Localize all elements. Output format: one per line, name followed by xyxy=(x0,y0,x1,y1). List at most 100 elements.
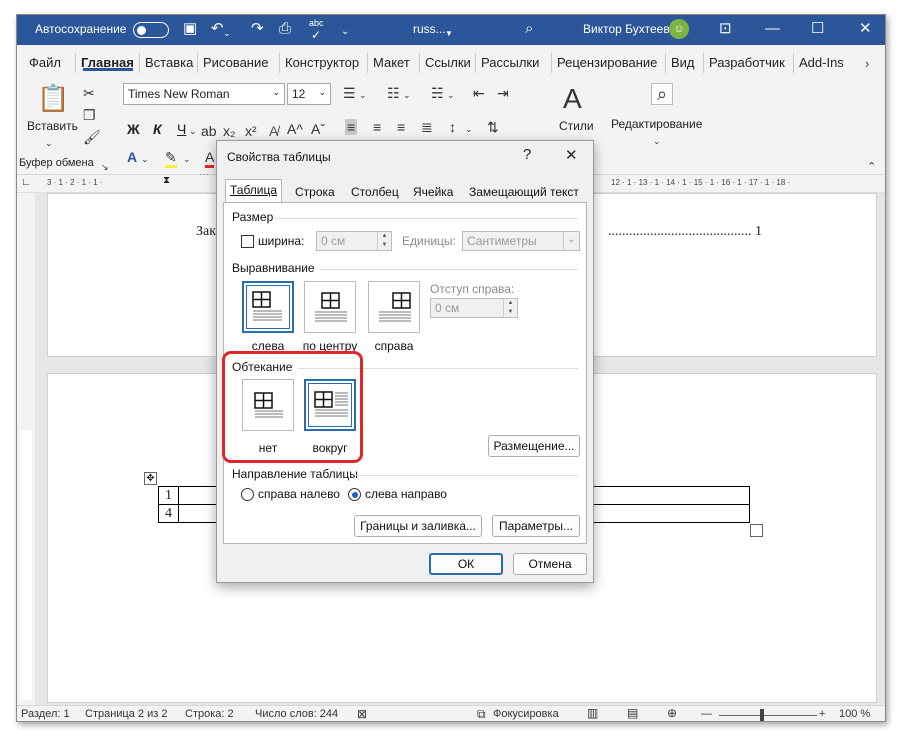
user-avatar[interactable]: ☺ xyxy=(669,19,689,39)
line-spacing-icon[interactable]: ↕ xyxy=(449,119,456,135)
subscript-icon[interactable]: x₂ xyxy=(223,123,235,139)
align-center-tile[interactable] xyxy=(304,281,356,333)
clear-format-icon[interactable]: A̸ xyxy=(269,123,278,139)
proofing-icon[interactable]: ⊠ xyxy=(357,707,367,721)
format-painter-icon[interactable]: 🖌 xyxy=(83,129,101,145)
filename-dropdown-icon[interactable]: ▼ xyxy=(445,25,453,43)
direction-ltr-radio[interactable] xyxy=(348,488,361,501)
units-select[interactable]: Сантиметры ⌄ xyxy=(462,231,580,251)
direction-rtl-radio[interactable] xyxy=(241,488,254,501)
bullets-icon[interactable]: ☰ xyxy=(343,85,356,101)
ribbon-display-icon[interactable]: ⊡ xyxy=(719,20,732,38)
bold-button[interactable]: Ж xyxy=(127,121,140,137)
web-layout-icon[interactable]: ⊕ xyxy=(667,706,677,720)
tab-table[interactable]: Таблица xyxy=(225,179,283,203)
minimize-icon[interactable]: — xyxy=(765,20,780,38)
align-right-icon[interactable]: ≡ xyxy=(397,119,405,135)
tab-addins[interactable]: Add-Ins xyxy=(799,55,844,70)
status-focus[interactable]: Фокусировка xyxy=(493,708,559,720)
save-icon[interactable]: ▣ xyxy=(183,20,197,38)
autosave-toggle[interactable] xyxy=(133,22,169,38)
redo-icon[interactable]: ↷ xyxy=(251,20,264,38)
table-cell[interactable]: 1 xyxy=(158,486,179,505)
tab-draw[interactable]: Рисование xyxy=(203,55,268,70)
close-dialog-icon[interactable]: ✕ xyxy=(565,146,578,164)
superscript-icon[interactable]: x² xyxy=(245,123,257,139)
width-field[interactable]: 0 см ▲ ▼ xyxy=(316,231,392,251)
close-window-icon[interactable]: ✕ xyxy=(859,20,872,38)
tab-row[interactable]: Строка xyxy=(291,182,339,202)
multilevel-list-icon[interactable]: ☵ xyxy=(431,85,444,101)
highlight-dropdown-icon[interactable]: ⌄ xyxy=(183,151,191,167)
highlight-icon[interactable]: ✎ xyxy=(165,149,177,168)
ribbon-scroll-icon[interactable]: › xyxy=(865,55,869,73)
styles-label[interactable]: Стили xyxy=(559,119,594,133)
strikethrough-icon[interactable]: ab xyxy=(201,123,217,139)
search-ribbon-icon[interactable]: ⌕ xyxy=(651,83,674,105)
decrease-indent-icon[interactable]: ⇤ xyxy=(473,85,485,101)
tab-column[interactable]: Столбец xyxy=(347,182,403,202)
shrink-font-icon[interactable]: Aˇ xyxy=(311,121,325,137)
collapse-ribbon-icon[interactable]: ⌃ xyxy=(867,159,876,175)
qat-customize-icon[interactable]: ⌄ xyxy=(341,23,349,41)
tab-view[interactable]: Вид xyxy=(671,55,695,70)
align-right-tile[interactable] xyxy=(368,281,420,333)
underline-button[interactable]: Ч xyxy=(177,121,186,137)
user-name[interactable]: Виктор Бухтеев xyxy=(583,22,670,36)
tab-mailings[interactable]: Рассылки xyxy=(481,55,539,70)
tab-alt-text[interactable]: Замещающий текст xyxy=(465,182,583,202)
table-resize-handle[interactable] xyxy=(750,524,763,537)
status-section[interactable]: Раздел: 1 xyxy=(21,708,70,720)
tab-review[interactable]: Рецензирование xyxy=(557,55,657,70)
cut-icon[interactable]: ✂ xyxy=(83,85,95,101)
search-icon[interactable]: ⌕ xyxy=(525,20,533,38)
underline-dropdown-icon[interactable]: ⌄ xyxy=(189,123,197,139)
align-left-icon[interactable]: ≡ xyxy=(345,119,358,135)
width-spinner[interactable]: ▲ ▼ xyxy=(377,232,391,250)
tab-design[interactable]: Конструктор xyxy=(285,55,359,70)
indent-field[interactable]: 0 см ▲ ▼ xyxy=(430,298,518,318)
increase-indent-icon[interactable]: ⇥ xyxy=(497,85,509,101)
tab-cell[interactable]: Ячейка xyxy=(409,182,457,202)
clipboard-launcher-icon[interactable]: ↘ xyxy=(101,159,109,175)
status-page[interactable]: Страница 2 из 2 xyxy=(85,708,167,720)
width-checkbox[interactable] xyxy=(241,235,254,248)
paste-label[interactable]: Вставить xyxy=(27,119,78,133)
tab-file[interactable]: Файл xyxy=(29,55,61,70)
undo-dropdown-icon[interactable]: ⌄ xyxy=(223,24,231,42)
document-filename[interactable]: russ... xyxy=(413,22,446,36)
vertical-ruler[interactable] xyxy=(17,370,35,700)
positioning-button[interactable]: Размещение... xyxy=(488,435,580,457)
sort-icon[interactable]: ⇅ xyxy=(487,119,499,135)
zoom-out-icon[interactable]: — xyxy=(701,708,712,720)
help-button[interactable]: ? xyxy=(523,146,531,163)
grow-font-icon[interactable]: A^ xyxy=(287,121,303,137)
cancel-button[interactable]: Отмена xyxy=(513,553,587,575)
paste-icon[interactable]: 📋 xyxy=(37,83,69,113)
numbering-dropdown-icon[interactable]: ⌄ xyxy=(403,87,411,103)
italic-button[interactable]: К xyxy=(153,121,162,137)
align-left-tile[interactable] xyxy=(242,281,294,333)
indent-marker-icon[interactable]: ⧗ xyxy=(163,175,170,186)
options-button[interactable]: Параметры... xyxy=(492,515,580,537)
justify-icon[interactable]: ≣ xyxy=(421,119,433,135)
numbering-icon[interactable]: ☷ xyxy=(387,85,400,101)
copy-icon[interactable]: ❐ xyxy=(83,107,96,123)
print-layout-icon[interactable]: ▤ xyxy=(627,706,638,720)
indent-spinner[interactable]: ▲ ▼ xyxy=(503,299,517,317)
zoom-in-icon[interactable]: + xyxy=(819,708,825,720)
line-spacing-dropdown-icon[interactable]: ⌄ xyxy=(465,121,473,137)
multilevel-dropdown-icon[interactable]: ⌄ xyxy=(447,87,455,103)
text-effects-dropdown-icon[interactable]: ⌄ xyxy=(141,151,149,167)
read-mode-icon[interactable]: ▥ xyxy=(587,706,598,720)
align-center-icon[interactable]: ≡ xyxy=(373,119,381,135)
font-size-box[interactable]: 12 ⌄ xyxy=(287,83,331,105)
maximize-icon[interactable]: ☐ xyxy=(811,20,824,38)
ok-button[interactable]: ОК xyxy=(429,553,503,575)
zoom-slider-thumb[interactable] xyxy=(760,709,764,721)
bullets-dropdown-icon[interactable]: ⌄ xyxy=(359,87,367,103)
table-cell[interactable]: 4 xyxy=(158,504,179,523)
focus-icon[interactable]: ⧉ xyxy=(477,707,486,721)
tab-insert[interactable]: Вставка xyxy=(145,55,193,70)
text-effects-icon[interactable]: A xyxy=(127,149,137,165)
